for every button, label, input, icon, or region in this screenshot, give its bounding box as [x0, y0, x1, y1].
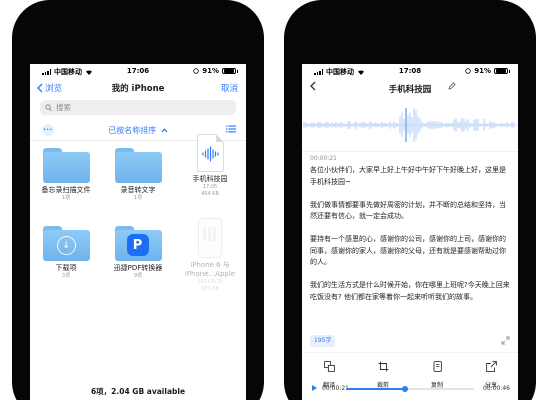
sort-label: 已按名称排序 — [108, 126, 157, 135]
transcript-paragraph: 我们做事情都要事先做好周密的计划，并不断的总结和坚持，当然还要有信心，就一定会成… — [310, 200, 506, 221]
transcript-paragraph: 各位小伙伴们，大家早上好上午好中午好下午好晚上好，这里是手机科技园~ — [310, 166, 506, 186]
audio-player: 00:00:21 00:00:46 — [302, 383, 518, 395]
status-bar: 中国移动 17:08 91% — [302, 64, 518, 78]
document-thumbnail-icon — [198, 218, 222, 258]
cancel-button[interactable]: 取消 — [221, 82, 238, 94]
item-count: 1项 — [133, 195, 143, 201]
share-icon — [485, 361, 497, 372]
waveform-icon — [201, 146, 219, 162]
folder-item[interactable]: P 迅捷PDF转换器 9项 — [102, 226, 174, 280]
crop-icon — [378, 361, 388, 372]
folder-icon — [42, 148, 90, 183]
files-screen: 中国移动 17:06 91% 浏览 我的 iPhone 取消 搜索 ··· 已按… — [30, 64, 246, 400]
battery-icon — [222, 67, 238, 75]
folder-item[interactable]: 录音转文字 1项 — [102, 148, 174, 202]
page-title: 我的 iPhone — [111, 84, 165, 94]
files-nav-bar: 浏览 我的 iPhone 取消 — [30, 80, 246, 98]
app-folder-icon: P — [114, 226, 162, 261]
progress-slider[interactable] — [346, 386, 474, 392]
progress-fill — [346, 388, 405, 390]
pencil-icon — [448, 82, 456, 90]
word-count-badge: 195字 — [310, 335, 336, 347]
chevron-up-icon — [161, 128, 168, 133]
translate-icon — [323, 361, 335, 372]
item-name: 手机科技园 — [192, 175, 228, 183]
item-name: 下载项 — [55, 264, 77, 272]
edit-title-button[interactable] — [448, 82, 456, 92]
left-phone: 中国移动 17:06 91% 浏览 我的 iPhone 取消 搜索 ··· 已按… — [12, 0, 264, 400]
progress-knob[interactable] — [401, 386, 408, 392]
battery-icon — [494, 67, 510, 75]
item-name: iPhone 6 与 iPhone...Apple — [184, 261, 236, 278]
waveform-time: 00:00:21 — [310, 155, 337, 162]
download-folder-icon: ↓ — [42, 226, 90, 261]
transcript-paragraph: 我们的生活方式是什么时候开始，你在哪里上班呢?今天晚上回来吃饭没有? 他们都在家… — [310, 281, 510, 301]
item-name: 备忘录扫描文件 — [41, 186, 91, 194]
storage-summary: 6项，2.04 GB available — [90, 387, 186, 396]
item-size: 454 KB — [201, 191, 219, 197]
folder-item[interactable]: 备忘录扫描文件 1项 — [30, 148, 102, 202]
item-name: 迅捷PDF转换器 — [113, 264, 163, 272]
transcript-paragraph: 要持有一个感恩的心，感谢你的公司，感谢你的上司，感谢你的同事，感谢你的家人，感谢… — [310, 235, 506, 266]
divider — [302, 151, 518, 152]
copy-icon — [433, 361, 442, 372]
item-time: 17:05 — [202, 184, 218, 190]
item-name: 录音转文字 — [120, 186, 156, 194]
item-size: 181 KB — [201, 286, 219, 292]
translate-button[interactable]: 翻译 — [309, 357, 349, 389]
right-phone: 中国移动 17:08 91% 手机科技园 00:00:21 各位小伙伴们，大家早… — [284, 0, 536, 400]
search-icon — [45, 104, 52, 111]
list-icon — [226, 125, 236, 133]
recorder-screen: 中国移动 17:08 91% 手机科技园 00:00:21 各位小伙伴们，大家早… — [302, 64, 518, 400]
item-date: 2021/6/15 — [197, 279, 223, 285]
battery-percent: 91% — [474, 67, 491, 75]
expand-icon[interactable] — [501, 336, 510, 345]
status-bar: 中国移动 17:06 91% — [30, 64, 246, 78]
total-time: 00:00:46 — [483, 385, 510, 392]
item-count: 1项 — [61, 195, 71, 201]
copy-button[interactable]: 复制 — [417, 357, 457, 389]
play-icon[interactable] — [312, 385, 317, 391]
transcript-text[interactable]: 各位小伙伴们，大家早上好上午好中午好下午好晚上好，这里是手机科技园~ 我们做事情… — [310, 165, 510, 315]
share-button[interactable]: 分享 — [471, 357, 511, 389]
recorder-nav-bar: 手机科技园 — [302, 80, 518, 98]
folder-item[interactable]: ↓ 下载项 3项 — [30, 226, 102, 280]
search-input[interactable]: 搜索 — [40, 100, 236, 115]
lock-rotation-icon — [465, 68, 471, 74]
folder-icon — [114, 148, 162, 183]
lock-rotation-icon — [193, 68, 199, 74]
item-count: 9项 — [133, 273, 143, 279]
battery-percent: 91% — [202, 67, 219, 75]
file-item[interactable]: 手机科技园 17:05 454 KB — [174, 134, 246, 198]
audio-waveform[interactable] — [302, 106, 518, 144]
audio-file-icon — [196, 134, 224, 172]
search-placeholder: 搜索 — [56, 103, 71, 112]
current-time: 00:00:21 — [322, 385, 349, 392]
crop-button[interactable]: 裁剪 — [363, 357, 403, 389]
action-bar: 翻译 裁剪 复制 分享 — [302, 352, 518, 389]
file-item[interactable]: iPhone 6 与 iPhone...Apple 2021/6/15 181 … — [174, 218, 246, 293]
item-count: 3项 — [61, 273, 71, 279]
recording-title: 手机科技园 — [388, 85, 432, 95]
